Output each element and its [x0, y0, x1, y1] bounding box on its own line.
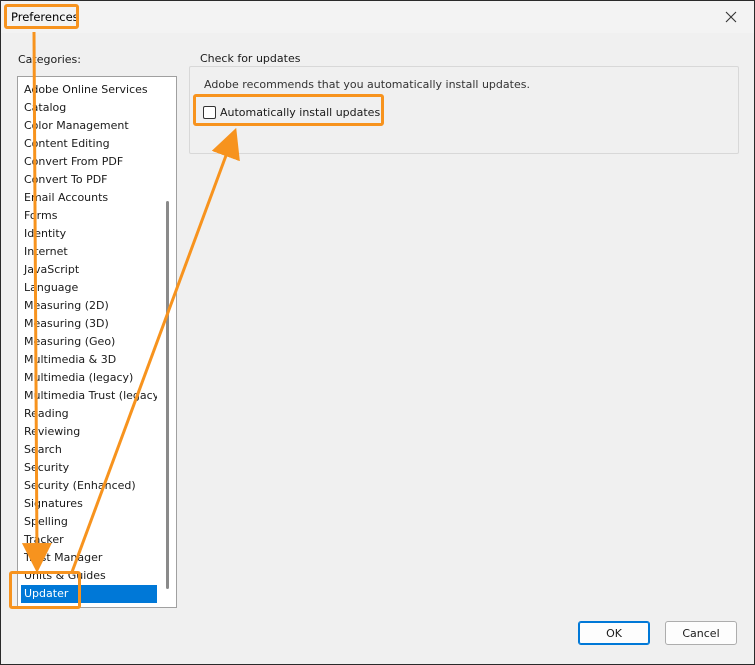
auto-install-label[interactable]: Automatically install updates	[220, 106, 380, 119]
auto-install-row[interactable]: Automatically install updates	[203, 104, 380, 120]
category-item-tracker[interactable]: Tracker	[21, 531, 157, 549]
preferences-dialog: Preferences Categories: Adobe Online Ser…	[0, 0, 755, 665]
category-item-identity[interactable]: Identity	[21, 225, 157, 243]
categories-scrollbar[interactable]	[166, 201, 169, 589]
category-item-security[interactable]: Security	[21, 459, 157, 477]
ok-button[interactable]: OK	[578, 621, 650, 645]
close-button[interactable]	[708, 1, 754, 33]
category-item-reviewing[interactable]: Reviewing	[21, 423, 157, 441]
category-item-multimedia-trust-legacy[interactable]: Multimedia Trust (legacy)	[21, 387, 157, 405]
category-item-color-management[interactable]: Color Management	[21, 117, 157, 135]
group-title: Check for updates	[198, 52, 303, 65]
category-item-multimedia-legacy[interactable]: Multimedia (legacy)	[21, 369, 157, 387]
category-item-convert-from-pdf[interactable]: Convert From PDF	[21, 153, 157, 171]
category-item-content-editing[interactable]: Content Editing	[21, 135, 157, 153]
category-item-signatures[interactable]: Signatures	[21, 495, 157, 513]
category-item-measuring-geo[interactable]: Measuring (Geo)	[21, 333, 157, 351]
auto-install-checkbox[interactable]	[203, 105, 216, 119]
close-icon	[725, 11, 737, 23]
category-item-spelling[interactable]: Spelling	[21, 513, 157, 531]
cancel-button[interactable]: Cancel	[665, 621, 737, 645]
category-item-forms[interactable]: Forms	[21, 207, 157, 225]
category-item-email-accounts[interactable]: Email Accounts	[21, 189, 157, 207]
category-item-internet[interactable]: Internet	[21, 243, 157, 261]
category-item-measuring-2d[interactable]: Measuring (2D)	[21, 297, 157, 315]
category-item-convert-to-pdf[interactable]: Convert To PDF	[21, 171, 157, 189]
title-bar: Preferences	[1, 1, 754, 33]
category-item-security-enhanced[interactable]: Security (Enhanced)	[21, 477, 157, 495]
category-item-measuring-3d[interactable]: Measuring (3D)	[21, 315, 157, 333]
category-item-adobe-online-services[interactable]: Adobe Online Services	[21, 81, 157, 99]
recommendation-text: Adobe recommends that you automatically …	[204, 78, 530, 91]
category-item-language[interactable]: Language	[21, 279, 157, 297]
category-item-multimedia-3d[interactable]: Multimedia & 3D	[21, 351, 157, 369]
category-item-javascript[interactable]: JavaScript	[21, 261, 157, 279]
categories-list[interactable]: Adobe Online Services Catalog Color Manage…	[17, 76, 177, 608]
category-item-trust-manager[interactable]: Trust Manager	[21, 549, 157, 567]
category-item-updater[interactable]: Updater	[21, 585, 157, 603]
category-item-units-guides[interactable]: Units & Guides	[21, 567, 157, 585]
category-item-search[interactable]: Search	[21, 441, 157, 459]
categories-label: Categories:	[18, 53, 81, 66]
category-item-catalog[interactable]: Catalog	[21, 99, 157, 117]
window-title: Preferences	[11, 10, 79, 24]
category-item-reading[interactable]: Reading	[21, 405, 157, 423]
